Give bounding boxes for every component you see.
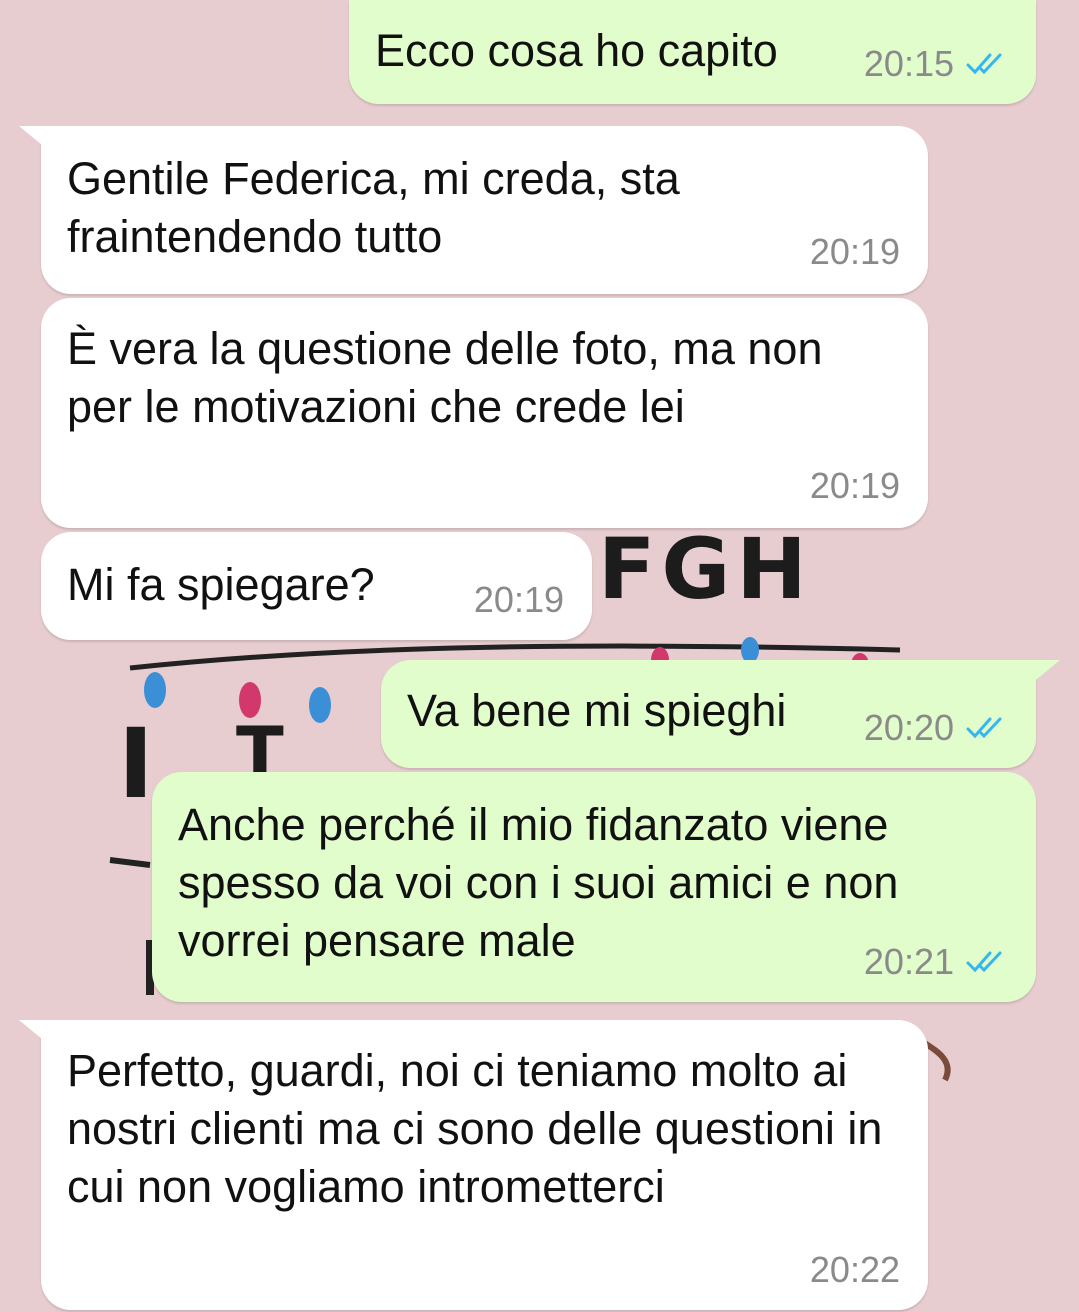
message-text: Gentile Federica, mi creda, sta frainten… — [67, 153, 680, 262]
message-bubble-outgoing[interactable]: Ecco cosa ho capito 20:15 — [349, 0, 1036, 104]
message-meta: 20:22 — [810, 1250, 900, 1290]
message-time: 20:19 — [473, 579, 564, 620]
message-bubble-outgoing[interactable]: Va bene mi spieghi 20:20 — [381, 660, 1060, 768]
message-time: 20:21 — [863, 941, 954, 982]
message-time: 20:19 — [809, 231, 900, 272]
double-check-read-icon — [966, 53, 1002, 75]
wallpaper-letters: FGH — [598, 520, 813, 618]
message-text: È vera la questione delle foto, ma non p… — [67, 323, 823, 432]
message-bubble-incoming[interactable]: È vera la questione delle foto, ma non p… — [41, 298, 928, 528]
message-text: Va bene mi spieghi — [407, 685, 787, 736]
message-bubble-incoming[interactable]: Mi fa spiegare? 20:19 — [41, 532, 592, 640]
bubble-tail — [19, 126, 53, 154]
message-time: 20:22 — [809, 1249, 900, 1290]
message-text: Ecco cosa ho capito — [375, 25, 778, 76]
wallpaper-letter-i: I — [118, 708, 154, 820]
message-time: 20:15 — [863, 43, 954, 84]
bubble-tail — [19, 1020, 53, 1048]
message-meta: 20:21 — [864, 942, 1008, 982]
message-text: Mi fa spiegare? — [67, 559, 375, 610]
message-time: 20:19 — [809, 465, 900, 506]
double-check-read-icon — [966, 951, 1002, 973]
message-bubble-incoming[interactable]: Perfetto, guardi, noi ci teniamo molto a… — [19, 1020, 928, 1310]
message-bubble-incoming[interactable]: Gentile Federica, mi creda, sta frainten… — [19, 126, 928, 294]
message-time: 20:20 — [863, 707, 954, 748]
message-meta: 20:19 — [474, 580, 564, 620]
message-bubble-outgoing[interactable]: Anche perché il mio fidanzato viene spes… — [152, 772, 1036, 1002]
double-check-read-icon — [966, 717, 1002, 739]
message-meta: 20:20 — [864, 708, 1008, 748]
message-text: Perfetto, guardi, noi ci teniamo molto a… — [67, 1045, 883, 1212]
message-meta: 20:19 — [810, 466, 900, 506]
bubble-tail — [1026, 660, 1060, 688]
message-meta: 20:19 — [810, 232, 900, 272]
message-meta: 20:15 — [864, 44, 1008, 84]
